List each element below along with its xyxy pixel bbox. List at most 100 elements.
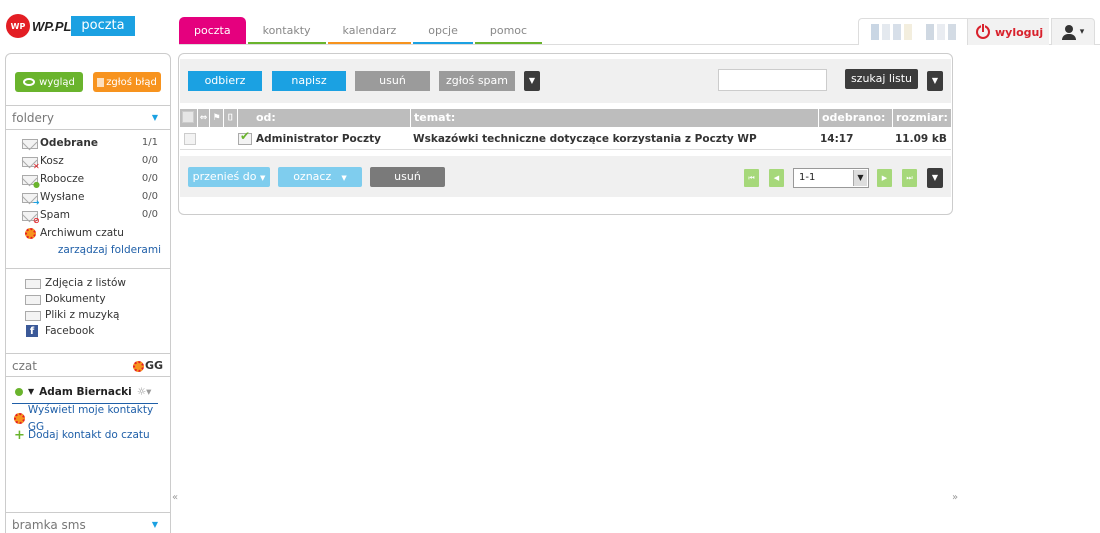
envelope-icon [22,139,38,149]
gg-logo: GG [132,354,163,378]
attachments-facebook[interactable]: f Facebook [6,323,170,339]
search-button[interactable]: szukaj listu [845,69,918,89]
mail-app: WP WP.PL poczta poczta kontakty kalendar… [0,0,1100,533]
music-envelope-icon [25,311,41,321]
top-toolbar: odbierz napisz usuń zgłoś spam ▼ szukaj … [180,59,951,103]
chat-user-name: Adam Biernacki [39,386,132,398]
folder-kosz[interactable]: ✕ Kosz 0/0 [6,152,170,171]
user-menu-button[interactable]: ▾ [1051,18,1095,45]
collapse-caret-icon: ▼ [151,113,158,122]
look-label: wygląd [39,76,75,88]
chevron-down-icon: ▼ [28,387,35,396]
manage-folders-link[interactable]: zarządzaj folderami [6,242,170,258]
reply-status-icon[interactable]: ⇔ [198,109,210,127]
tab-pomoc[interactable]: pomoc [474,17,543,44]
wp-logo[interactable]: WP WP.PL [6,14,72,38]
receive-button[interactable]: odbierz [188,71,262,91]
folder-wyslane[interactable]: ➜ Wysłane 0/0 [6,188,170,207]
col-from[interactable]: od: [238,109,411,127]
user-bar: wyloguj ▾ [858,18,1095,45]
photo-envelope-icon [25,279,41,289]
row-size: 11.09 kB [895,133,947,145]
wp-logo-badge: WP [6,14,30,38]
chevron-down-icon: ▼ [259,174,266,182]
folders-header[interactable]: foldery ▼ [6,106,170,130]
page-select[interactable]: 1-1 ▼ [793,168,869,188]
chevron-down-icon: ▼ [334,174,347,182]
sms-title: bramka sms [12,518,86,532]
last-page-icon[interactable]: ⏭ [902,169,917,187]
first-page-icon[interactable]: ⏮ [744,169,759,187]
tab-opcje[interactable]: opcje [413,17,473,44]
tab-kalendarz[interactable]: kalendarz [327,17,412,44]
plus-icon: + [14,428,25,443]
more-actions-dropdown[interactable]: ▼ [524,71,540,91]
document-envelope-icon [25,295,41,305]
read-message-icon [238,129,252,145]
folder-robocze[interactable]: ● Robocze 0/0 [6,170,170,189]
folder-label: Spam [40,209,70,221]
chevron-down-icon: ▼ [853,170,867,186]
folder-label: Kosz [40,155,64,167]
show-gg-contacts-link[interactable]: Wyświetl moje kontakty GG [6,404,170,433]
collapse-sidebar-arrow[interactable]: « [172,492,178,503]
folders-title: foldery [12,111,54,125]
attachments-photos[interactable]: Zdjęcia z listów [6,275,170,291]
report-bug-label: zgłoś błąd [106,76,157,88]
attachment-label: Dokumenty [45,293,106,305]
move-to-button[interactable]: przenieś do ▼ [188,167,270,187]
look-button[interactable]: wygląd [15,72,83,92]
select-all-checkbox[interactable] [182,111,194,123]
search-options-dropdown[interactable]: ▼ [927,71,943,91]
folder-odebrane[interactable]: Odebrane 1/1 [6,134,170,152]
compose-button[interactable]: napisz [272,71,346,91]
chat-user-status[interactable]: ▼ Adam Biernacki ☼▾ [6,381,170,403]
attachment-label: Facebook [45,325,95,337]
gg-sun-icon [132,360,144,372]
logout-button[interactable]: wyloguj [968,18,1049,45]
row-received: 14:17 [820,133,854,145]
next-page-icon[interactable]: ▶ [877,169,892,187]
tab-poczta[interactable]: poczta [179,17,246,44]
mail-list-panel: odbierz napisz usuń zgłoś spam ▼ szukaj … [178,53,953,215]
folder-label: Wysłane [40,191,85,203]
folder-chat-archive[interactable]: Archiwum czatu [6,224,170,242]
pagination-options-dropdown[interactable]: ▼ [927,168,943,188]
select-all-cell [180,109,198,127]
sms-gateway-header[interactable]: bramka sms ▼ [6,512,170,533]
move-to-label: przenieś do [192,170,257,183]
col-received[interactable]: odebrano: [819,109,893,127]
bottom-delete-button[interactable]: usuń [370,167,445,187]
app-name-badge[interactable]: poczta [71,16,135,36]
wp-logo-text: WP.PL [32,18,72,34]
col-subject[interactable]: temat: [411,109,819,127]
sidebar-actions: wygląd zgłoś błąd [6,54,170,106]
report-spam-button[interactable]: zgłoś spam [439,71,515,91]
sidebar: wygląd zgłoś błąd foldery ▼ Odebrane 1/1… [5,53,171,533]
folder-count: 0/0 [141,209,158,220]
attachments-documents[interactable]: Dokumenty [6,291,170,307]
collapse-caret-icon: ▼ [151,520,158,529]
add-chat-contact-link[interactable]: + Dodaj kontakt do czatu [6,427,170,444]
folder-count: 1/1 [141,137,158,148]
search-input[interactable] [718,69,827,91]
add-chat-contact-label: Dodaj kontakt do czatu [28,429,150,441]
folder-count: 0/0 [141,155,158,166]
chat-header[interactable]: czat GG [6,353,170,377]
tab-kontakty[interactable]: kontakty [247,17,326,44]
attachments-music[interactable]: Pliki z muzyką [6,307,170,323]
attachment-icon[interactable]: ⌷ [224,109,238,127]
eye-icon [23,78,36,86]
delete-button[interactable]: usuń [355,71,430,91]
flag-icon[interactable]: ⚑ [210,109,224,127]
mark-button[interactable]: oznacz ▼ [278,167,362,187]
expand-panel-arrow[interactable]: » [952,492,958,503]
col-size[interactable]: rozmiar: [893,109,951,127]
prev-page-icon[interactable]: ◀ [769,169,784,187]
folder-spam[interactable]: ⊘ Spam 0/0 [6,206,170,225]
report-bug-button[interactable]: zgłoś błąd [93,72,161,92]
online-status-icon [15,388,23,396]
folder-label: Robocze [40,173,85,185]
table-row[interactable]: Administrator Poczty Wskazówki techniczn… [180,128,951,150]
row-checkbox[interactable] [184,133,196,145]
